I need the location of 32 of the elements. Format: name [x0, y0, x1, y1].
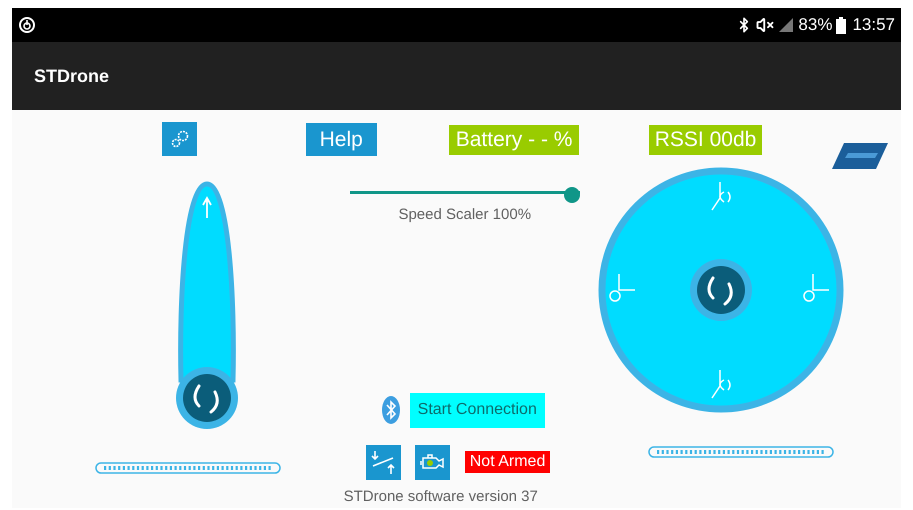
bluetooth-icon: [382, 396, 400, 424]
trim-slider[interactable]: [648, 446, 834, 458]
yaw-axis-icon: [711, 182, 730, 210]
speed-label: Speed Scaler 100%: [398, 205, 532, 225]
battery-label: Battery - - %: [448, 125, 580, 155]
app-title: STDrone: [34, 64, 110, 88]
motor-button[interactable]: [414, 444, 450, 480]
power-icon: [18, 16, 36, 34]
yaw-axis-icon: [711, 370, 730, 398]
joystick-knob[interactable]: [690, 259, 752, 321]
battery-icon: [836, 16, 846, 34]
joystick-knob[interactable]: [176, 367, 238, 429]
settings-button[interactable]: [162, 122, 197, 156]
roll-axis-icon: [803, 274, 829, 302]
up-arrow-icon: [202, 196, 212, 219]
arm-toggle-button[interactable]: [366, 444, 401, 480]
mute-icon: [756, 16, 774, 34]
slider-thumb[interactable]: [564, 187, 580, 203]
signal-icon: [778, 17, 794, 33]
help-button[interactable]: Help: [306, 123, 377, 156]
rssi-label: RSSI 00db: [648, 125, 762, 155]
logo-icon: [832, 141, 890, 171]
direction-joystick-pad[interactable]: [598, 168, 844, 412]
arm-arrows-icon: [369, 448, 398, 476]
battery-percent: 83%: [798, 14, 832, 36]
version-text: STDrone software version 37: [344, 486, 538, 506]
clock-time: 13:57: [852, 14, 895, 36]
start-connection-button[interactable]: Start Connection: [410, 392, 545, 428]
roll-axis-icon: [609, 274, 635, 302]
gears-icon: [170, 129, 190, 149]
arm-status-label: Not Armed: [464, 451, 550, 473]
trim-slider[interactable]: [95, 462, 281, 474]
